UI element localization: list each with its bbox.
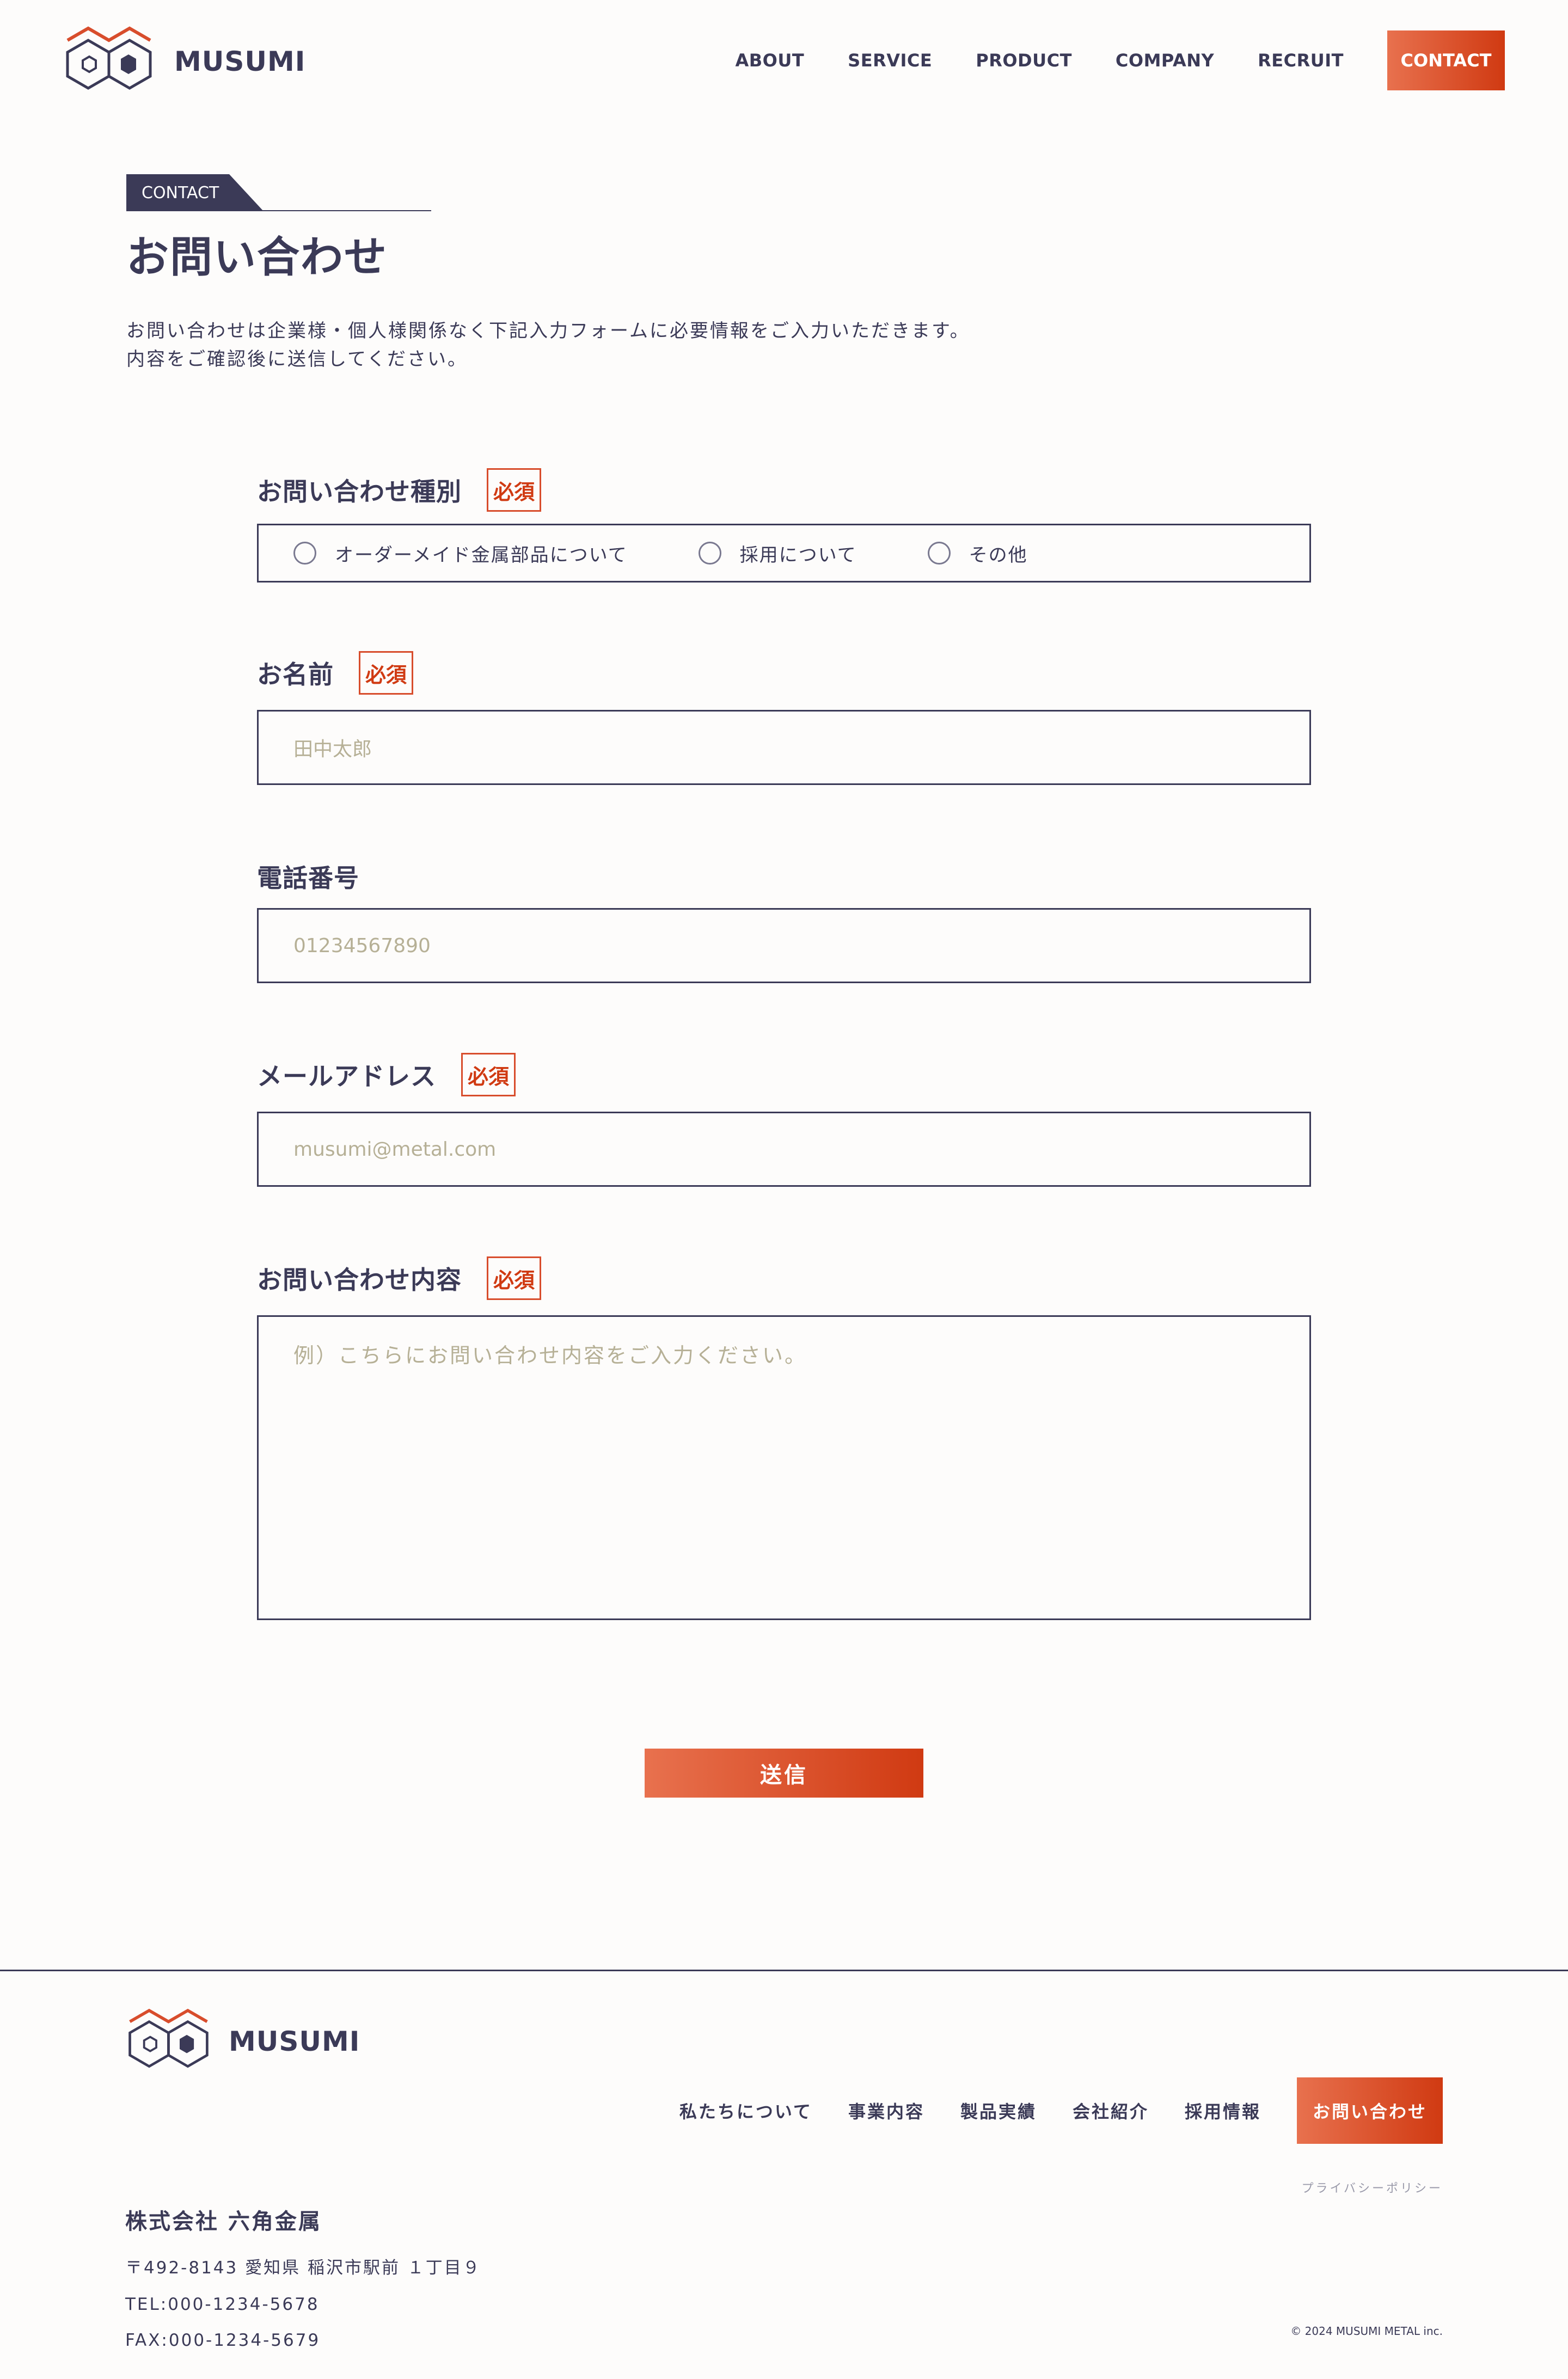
page-title: お問い合わせ (126, 233, 388, 282)
inquiry-type-label-row: お問い合わせ種別 必須 (257, 468, 1311, 512)
radio-circle-icon[interactable] (698, 542, 721, 565)
phone-label: 電話番号 (257, 863, 359, 893)
nav-service[interactable]: SERVICE (848, 50, 932, 71)
email-label: メールアドレス (257, 1062, 436, 1091)
footer-nav-service[interactable]: 事業内容 (848, 2098, 924, 2123)
radio-option-recruit[interactable]: 採用について (698, 540, 857, 567)
company-name: 株式会社 六角金属 (125, 2209, 322, 2234)
company-address: 〒492-8143 愛知県 稲沢市駅前 １丁目９ (125, 2258, 481, 2278)
hexagon-logo-icon (66, 26, 152, 90)
inquiry-type-radio-group: オーダーメイド金属部品について 採用について その他 (257, 524, 1311, 583)
lead-line-2: 内容をご確認後に送信してください。 (126, 348, 468, 370)
email-input[interactable]: musumi@metal.com (257, 1112, 1311, 1187)
footer-logo[interactable]: MUSUMI (123, 2003, 360, 2080)
nav-product[interactable]: PRODUCT (976, 50, 1072, 71)
footer-nav-product[interactable]: 製品実績 (960, 2098, 1037, 2123)
footer-logo-wordmark: MUSUMI (229, 2026, 360, 2057)
radio-option-label: オーダーメイド金属部品について (335, 544, 628, 566)
contact-form: お問い合わせ種別 必須 オーダーメイド金属部品について 採用について その他 お… (257, 468, 1311, 1620)
phone-label-row: 電話番号 (257, 855, 1311, 898)
name-input[interactable]: 田中太郎 (257, 710, 1311, 785)
submit-button[interactable]: 送信 (645, 1749, 923, 1798)
hexagon-logo-icon (128, 2008, 209, 2068)
phone-input[interactable]: 01234567890 (257, 908, 1311, 983)
footer-divider (0, 1970, 1568, 1971)
radio-option-label: その他 (969, 544, 1028, 566)
nav-about[interactable]: ABOUT (736, 50, 805, 71)
radio-circle-icon[interactable] (293, 542, 316, 565)
company-fax: FAX:000-1234-5679 (125, 2331, 321, 2350)
footer-nav: 私たちについて 事業内容 製品実績 会社紹介 採用情報 お問い合わせ (644, 2077, 1443, 2144)
footer-nav-company[interactable]: 会社紹介 (1073, 2098, 1149, 2123)
logo-wordmark: MUSUMI (174, 46, 306, 77)
radio-option-other[interactable]: その他 (927, 540, 1028, 567)
privacy-policy-link[interactable]: プライバシーポリシー (1301, 2179, 1443, 2196)
name-label: お名前 (257, 660, 334, 689)
page-heading: CONTACT お問い合わせ お問い合わせは企業様・個人様関係なく下記入力フォー… (126, 174, 970, 373)
nav-company[interactable]: COMPANY (1116, 50, 1214, 71)
nav-recruit[interactable]: RECRUIT (1258, 50, 1344, 71)
radio-option-custom-parts[interactable]: オーダーメイド金属部品について (293, 540, 628, 567)
name-label-row: お名前 必須 (257, 651, 1311, 695)
footer-contact-button[interactable]: お問い合わせ (1297, 2077, 1443, 2144)
required-badge: 必須 (461, 1053, 516, 1096)
message-label-row: お問い合わせ内容 必須 (257, 1256, 1311, 1300)
inquiry-type-label: お問い合わせ種別 (257, 477, 462, 506)
company-tel: TEL:000-1234-5678 (125, 2295, 320, 2314)
required-badge: 必須 (487, 1256, 541, 1300)
footer-nav-about[interactable]: 私たちについて (679, 2098, 812, 2123)
message-textarea[interactable]: 例）こちらにお問い合わせ内容をご入力ください。 (257, 1315, 1311, 1620)
required-badge: 必須 (359, 651, 413, 695)
main-nav: ABOUT SERVICE PRODUCT COMPANY RECRUIT CO… (692, 30, 1505, 90)
radio-circle-icon[interactable] (927, 542, 951, 565)
company-info: 株式会社 六角金属 〒492-8143 愛知県 稲沢市駅前 １丁目９ TEL:0… (125, 2204, 481, 2350)
footer-nav-recruit[interactable]: 採用情報 (1185, 2098, 1261, 2123)
message-label: お問い合わせ内容 (257, 1265, 462, 1295)
radio-option-label: 採用について (739, 544, 857, 566)
copyright: © 2024 MUSUMI METAL inc. (1290, 2325, 1443, 2338)
required-badge: 必須 (487, 468, 541, 512)
nav-contact-button[interactable]: CONTACT (1387, 30, 1505, 90)
section-tag-label: CONTACT (126, 174, 264, 211)
site-header: MUSUMI ABOUT SERVICE PRODUCT COMPANY REC… (0, 0, 1568, 120)
section-tag-underline (126, 210, 431, 211)
lead-text: お問い合わせは企業様・個人様関係なく下記入力フォームに必要情報をご入力いただきま… (126, 317, 970, 373)
lead-line-1: お問い合わせは企業様・個人様関係なく下記入力フォームに必要情報をご入力いただきま… (126, 320, 970, 342)
section-tag: CONTACT (126, 174, 431, 211)
email-label-row: メールアドレス 必須 (257, 1053, 1311, 1096)
site-logo[interactable]: MUSUMI (61, 21, 305, 102)
